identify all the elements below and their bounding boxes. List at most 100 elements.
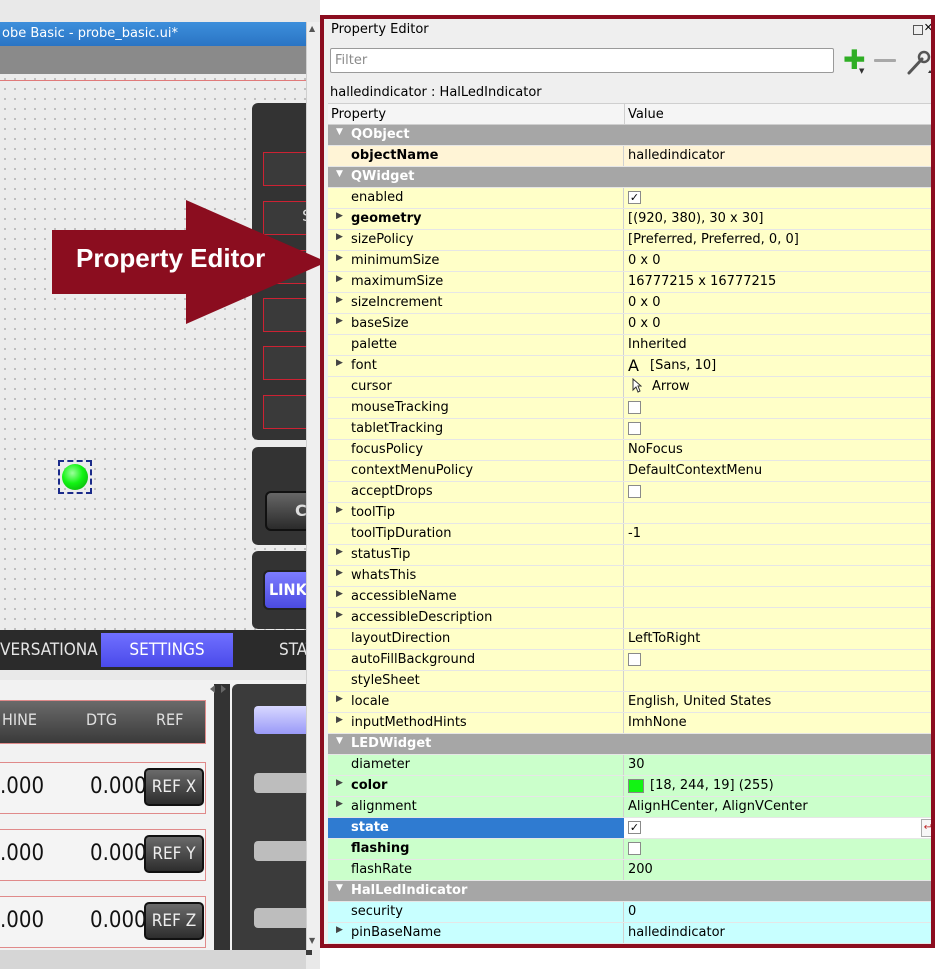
property-row[interactable]: state ✓ ↩ (328, 818, 931, 839)
property-row[interactable]: tabletTracking (328, 419, 931, 440)
property-row[interactable]: ▶ accessibleName (328, 587, 931, 608)
expand-icon[interactable]: ▶ (336, 274, 343, 284)
expand-icon[interactable]: ▶ (336, 778, 343, 788)
property-row[interactable]: ▶ pinBaseName halledindicator (328, 923, 931, 944)
property-row[interactable]: ▶ maximumSize 16777215 x 16777215 (328, 272, 931, 293)
checkbox[interactable] (628, 422, 641, 435)
property-row[interactable]: ▶ statusTip (328, 545, 931, 566)
property-value[interactable]: 0 x 0 (628, 295, 661, 310)
scroll-down-icon[interactable]: ▼ (309, 936, 315, 945)
property-value[interactable]: [(920, 380), 30 x 30] (628, 211, 763, 226)
property-row[interactable]: acceptDrops (328, 482, 931, 503)
property-value[interactable]: NoFocus (628, 442, 683, 457)
checkbox[interactable] (628, 653, 641, 666)
property-row[interactable]: ▶ minimumSize 0 x 0 (328, 251, 931, 272)
property-value[interactable]: -1 (628, 526, 641, 541)
expand-icon[interactable]: ▶ (336, 232, 343, 242)
ref-z-button[interactable]: REF Z (144, 902, 204, 940)
collapse-icon[interactable]: ▼ (336, 736, 343, 746)
column-property[interactable]: Property (331, 107, 386, 122)
property-row[interactable]: objectName halledindicator (328, 146, 931, 167)
property-row[interactable]: toolTipDuration -1 (328, 524, 931, 545)
expand-icon[interactable]: ▶ (336, 253, 343, 263)
property-value[interactable]: 0 x 0 (628, 253, 661, 268)
expand-icon[interactable]: ▶ (336, 589, 343, 599)
property-value[interactable]: AlignHCenter, AlignVCenter (628, 799, 808, 814)
collapse-icon[interactable]: ▼ (336, 127, 343, 137)
expand-icon[interactable]: ▶ (336, 568, 343, 578)
float-icon[interactable] (913, 25, 923, 35)
property-group[interactable]: ▼ QWidget (328, 167, 931, 188)
add-property-button[interactable]: ✚ ▼ (840, 47, 868, 75)
property-row[interactable]: focusPolicy NoFocus (328, 440, 931, 461)
expand-icon[interactable]: ▶ (336, 505, 343, 515)
hal-led-indicator-widget[interactable] (58, 460, 92, 494)
property-value[interactable]: Arrow (652, 379, 690, 394)
property-row[interactable]: cursor Arrow (328, 377, 931, 398)
filter-input[interactable] (330, 48, 834, 73)
property-row[interactable]: ▶ color [18, 244, 19] (255) (328, 776, 931, 797)
property-value[interactable]: 0 (628, 904, 636, 919)
checkbox[interactable] (628, 842, 641, 855)
reset-icon[interactable]: ↩ (921, 819, 931, 837)
expand-icon[interactable]: ▶ (336, 295, 343, 305)
side-button[interactable] (254, 908, 312, 928)
property-row[interactable]: ▶ accessibleDescription (328, 608, 931, 629)
expand-icon[interactable]: ▶ (336, 610, 343, 620)
checkbox[interactable] (628, 485, 641, 498)
checkbox[interactable]: ✓ (628, 821, 641, 834)
property-row[interactable]: autoFillBackground (328, 650, 931, 671)
property-row[interactable]: ▶ sizePolicy [Preferred, Preferred, 0, 0] (328, 230, 931, 251)
property-value[interactable]: halledindicator (628, 148, 725, 163)
scroll-left-icon[interactable] (206, 684, 230, 694)
property-row[interactable]: contextMenuPolicy DefaultContextMenu (328, 461, 931, 482)
expand-icon[interactable]: ▶ (336, 694, 343, 704)
horizontal-scrollbar[interactable] (0, 950, 306, 969)
remove-property-button[interactable] (874, 59, 896, 62)
tab-settings[interactable]: SETTINGS (101, 633, 233, 667)
tab-status[interactable]: STAT (237, 633, 306, 667)
expand-icon[interactable]: ▶ (336, 715, 343, 725)
ref-x-button[interactable]: REF X (144, 768, 204, 806)
property-row[interactable]: ▶ geometry [(920, 380), 30 x 30] (328, 209, 931, 230)
property-value[interactable]: [Sans, 10] (650, 358, 716, 373)
checkbox[interactable] (628, 401, 641, 414)
property-row[interactable]: mouseTracking (328, 398, 931, 419)
ref-y-button[interactable]: REF Y (144, 835, 204, 873)
property-group[interactable]: ▼ HalLedIndicator (328, 881, 931, 902)
collapse-icon[interactable]: ▼ (336, 883, 343, 893)
property-row[interactable]: ▶ inputMethodHints ImhNone (328, 713, 931, 734)
property-row[interactable]: ▶ font A [Sans, 10] (328, 356, 931, 377)
side-button[interactable] (254, 773, 312, 793)
property-value[interactable]: 30 (628, 757, 645, 772)
property-value[interactable]: Inherited (628, 337, 687, 352)
property-row[interactable]: ▶ sizeIncrement 0 x 0 (328, 293, 931, 314)
property-value[interactable]: 0 x 0 (628, 316, 661, 331)
side-button[interactable] (254, 841, 312, 861)
property-row[interactable]: palette Inherited (328, 335, 931, 356)
property-value[interactable]: 16777215 x 16777215 (628, 274, 776, 289)
property-row[interactable]: styleSheet (328, 671, 931, 692)
property-row[interactable]: security 0 (328, 902, 931, 923)
property-value[interactable]: [Preferred, Preferred, 0, 0] (628, 232, 799, 247)
property-value[interactable]: 200 (628, 862, 653, 877)
property-value[interactable]: LeftToRight (628, 631, 700, 646)
expand-icon[interactable]: ▶ (336, 358, 343, 368)
collapse-icon[interactable]: ▼ (336, 169, 343, 179)
expand-icon[interactable]: ▶ (336, 799, 343, 809)
property-row[interactable]: layoutDirection LeftToRight (328, 629, 931, 650)
expand-icon[interactable]: ▶ (336, 547, 343, 557)
property-row[interactable]: ▶ toolTip (328, 503, 931, 524)
expand-icon[interactable]: ▶ (336, 211, 343, 221)
column-value[interactable]: Value (628, 107, 664, 122)
property-row[interactable]: ▶ locale English, United States (328, 692, 931, 713)
column-divider[interactable] (624, 104, 625, 126)
scroll-up-icon[interactable]: ▲ (309, 24, 315, 33)
property-row[interactable]: diameter 30 (328, 755, 931, 776)
property-row[interactable]: flashing (328, 839, 931, 860)
side-button[interactable] (254, 706, 312, 734)
property-value[interactable]: DefaultContextMenu (628, 463, 762, 478)
property-row[interactable]: ▶ baseSize 0 x 0 (328, 314, 931, 335)
property-row[interactable]: ▶ whatsThis (328, 566, 931, 587)
property-row[interactable]: enabled ✓ (328, 188, 931, 209)
